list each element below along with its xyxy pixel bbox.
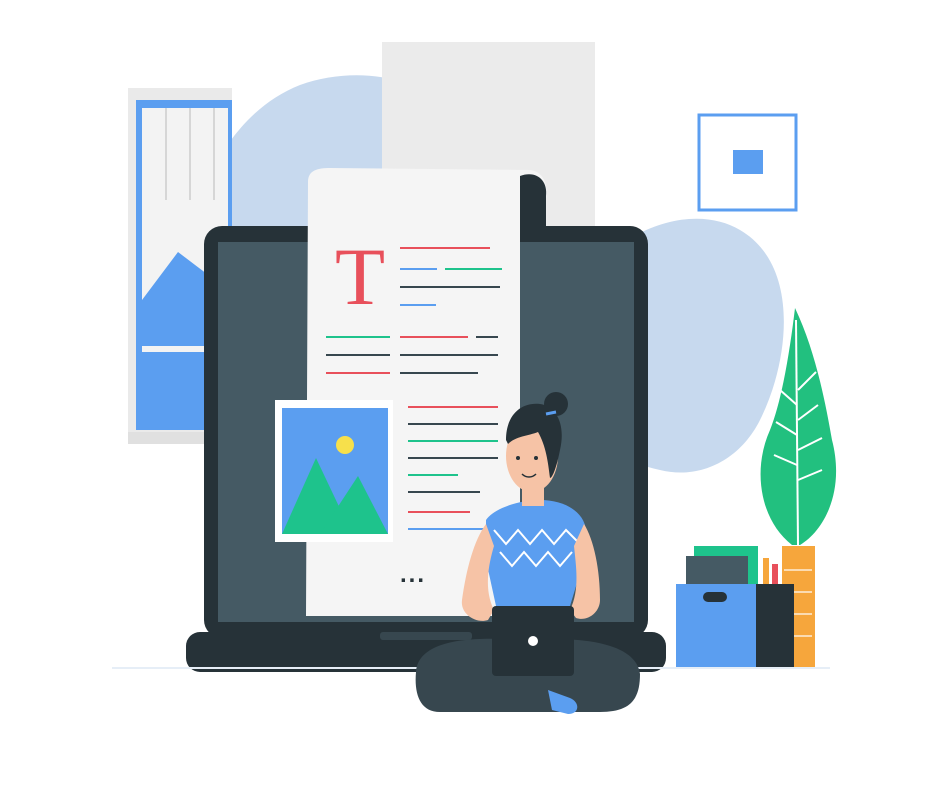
illustration-scene: T ...: [0, 0, 948, 794]
document-editing-illustration: T ...: [112, 42, 837, 714]
picture-mountain-sun-icon: [275, 400, 393, 542]
laptop-logo-icon: [528, 636, 538, 646]
document-title-letter: T: [335, 231, 385, 322]
square-frame-icon: [697, 113, 798, 212]
small-laptop: [492, 606, 574, 676]
file-box: [676, 546, 794, 668]
document-ellipsis: ...: [400, 561, 426, 588]
